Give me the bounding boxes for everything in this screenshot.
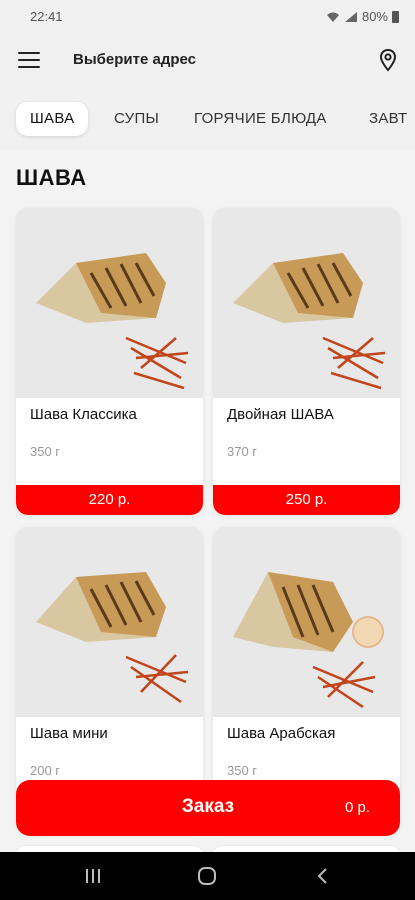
product-name: Шава Арабская — [227, 725, 336, 742]
tab-shava[interactable]: ШАВА — [16, 102, 89, 136]
product-image — [213, 527, 400, 717]
wifi-icon — [326, 12, 339, 22]
tab-breakfast[interactable]: ЗАВТ — [355, 102, 415, 136]
app-header: Выберите адрес — [0, 34, 415, 90]
status-time: 22:41 — [30, 9, 63, 24]
battery-icon — [392, 10, 399, 23]
product-image — [16, 208, 203, 398]
address-selector[interactable]: Выберите адрес — [73, 51, 196, 68]
tab-hot-dishes[interactable]: ГОРЯЧИЕ БЛЮДА — [180, 102, 341, 136]
battery-percent: 80% — [361, 9, 388, 24]
back-icon[interactable] — [312, 866, 334, 886]
product-name: Шава Классика — [30, 406, 137, 423]
section-title: ШАВА — [16, 165, 87, 190]
order-label: Заказ — [181, 796, 235, 817]
category-tabs: ШАВА СУПЫ ГОРЯЧИЕ БЛЮДА ЗАВТ — [0, 90, 415, 150]
product-weight: 350 г — [30, 444, 61, 459]
order-total: 0 р. — [344, 799, 370, 816]
location-pin-icon[interactable] — [377, 48, 399, 72]
product-weight: 370 г — [227, 444, 258, 459]
product-card[interactable]: Шава Классика 350 г 220 р. — [16, 208, 203, 515]
system-nav-bar — [0, 852, 415, 900]
recent-apps-icon[interactable] — [82, 866, 104, 886]
home-icon[interactable] — [196, 866, 218, 886]
tab-soups[interactable]: СУПЫ — [100, 102, 173, 136]
product-weight: 350 г — [227, 763, 258, 778]
product-name: Шава мини — [30, 725, 108, 742]
status-icons: 80% — [326, 9, 399, 24]
app-screen: 22:41 80% Выберите адрес ШАВА СУПЫ ГОРЯЧ… — [0, 0, 415, 900]
price-button[interactable]: 250 р. — [213, 485, 400, 515]
hamburger-menu-icon[interactable] — [18, 52, 40, 68]
signal-icon — [344, 11, 357, 22]
product-card[interactable]: Двойная ШАВА 370 г 250 р. — [213, 208, 400, 515]
product-image — [16, 527, 203, 717]
price-button[interactable]: 220 р. — [16, 485, 203, 515]
product-weight: 200 г — [30, 763, 61, 778]
status-bar: 22:41 80% — [0, 0, 415, 34]
product-image — [213, 208, 400, 398]
product-name: Двойная ШАВА — [227, 406, 334, 423]
order-button[interactable]: Заказ 0 р. — [16, 780, 400, 836]
